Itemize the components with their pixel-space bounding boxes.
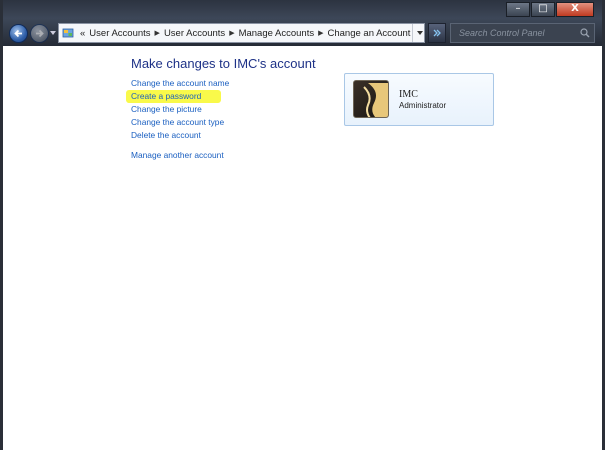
account-tile: IMC Administrator	[344, 73, 494, 126]
close-button[interactable]: X	[556, 2, 594, 17]
search-placeholder: Search Control Panel	[459, 28, 545, 38]
delete-account-link[interactable]: Delete the account	[131, 129, 229, 142]
manage-another-account-link[interactable]: Manage another account	[131, 150, 224, 160]
account-role: Administrator	[399, 101, 447, 110]
maximize-button[interactable]: □	[531, 2, 555, 17]
minimize-button[interactable]: –	[506, 2, 530, 17]
refresh-icon	[433, 29, 441, 37]
search-icon	[580, 28, 590, 38]
refresh-button[interactable]	[428, 23, 446, 43]
breadcrumb-item[interactable]: User Accounts	[89, 28, 150, 39]
breadcrumb-item[interactable]: Manage Accounts	[239, 28, 315, 39]
recent-pages-dropdown[interactable]	[50, 31, 56, 35]
account-name: IMC	[399, 89, 418, 100]
create-password-link[interactable]: Create a password	[126, 90, 221, 103]
breadcrumb-separator[interactable]: ▶	[318, 29, 323, 37]
change-account-type-link[interactable]: Change the account type	[131, 116, 229, 129]
control-panel-window: – □ X « User Accounts ▶ User Accounts ▶ …	[0, 0, 605, 450]
back-button[interactable]	[9, 24, 28, 43]
task-list: Change the account name Create a passwor…	[126, 77, 229, 142]
control-panel-icon	[62, 27, 74, 39]
main-content: Make changes to IMC's account Change the…	[3, 46, 602, 450]
breadcrumb-separator[interactable]: ▶	[229, 29, 234, 37]
window-controls: – □ X	[505, 2, 594, 17]
navigation-toolbar: « User Accounts ▶ User Accounts ▶ Manage…	[9, 22, 599, 44]
page-title: Make changes to IMC's account	[131, 56, 316, 71]
address-dropdown[interactable]	[412, 24, 424, 42]
address-bar[interactable]: « User Accounts ▶ User Accounts ▶ Manage…	[58, 23, 425, 43]
breadcrumb-item[interactable]: Change an Account	[328, 28, 411, 39]
forward-arrow-icon	[36, 29, 44, 38]
title-bar: – □ X « User Accounts ▶ User Accounts ▶ …	[3, 0, 602, 46]
change-account-name-link[interactable]: Change the account name	[131, 77, 229, 90]
breadcrumb-separator[interactable]: ▶	[155, 29, 160, 37]
forward-button[interactable]	[30, 24, 49, 43]
breadcrumb-overflow[interactable]: «	[80, 28, 85, 39]
back-arrow-icon	[14, 29, 22, 38]
change-picture-link[interactable]: Change the picture	[131, 103, 229, 116]
user-picture-icon	[353, 80, 389, 118]
breadcrumb-item[interactable]: User Accounts	[164, 28, 225, 39]
search-input[interactable]: Search Control Panel	[450, 23, 595, 43]
